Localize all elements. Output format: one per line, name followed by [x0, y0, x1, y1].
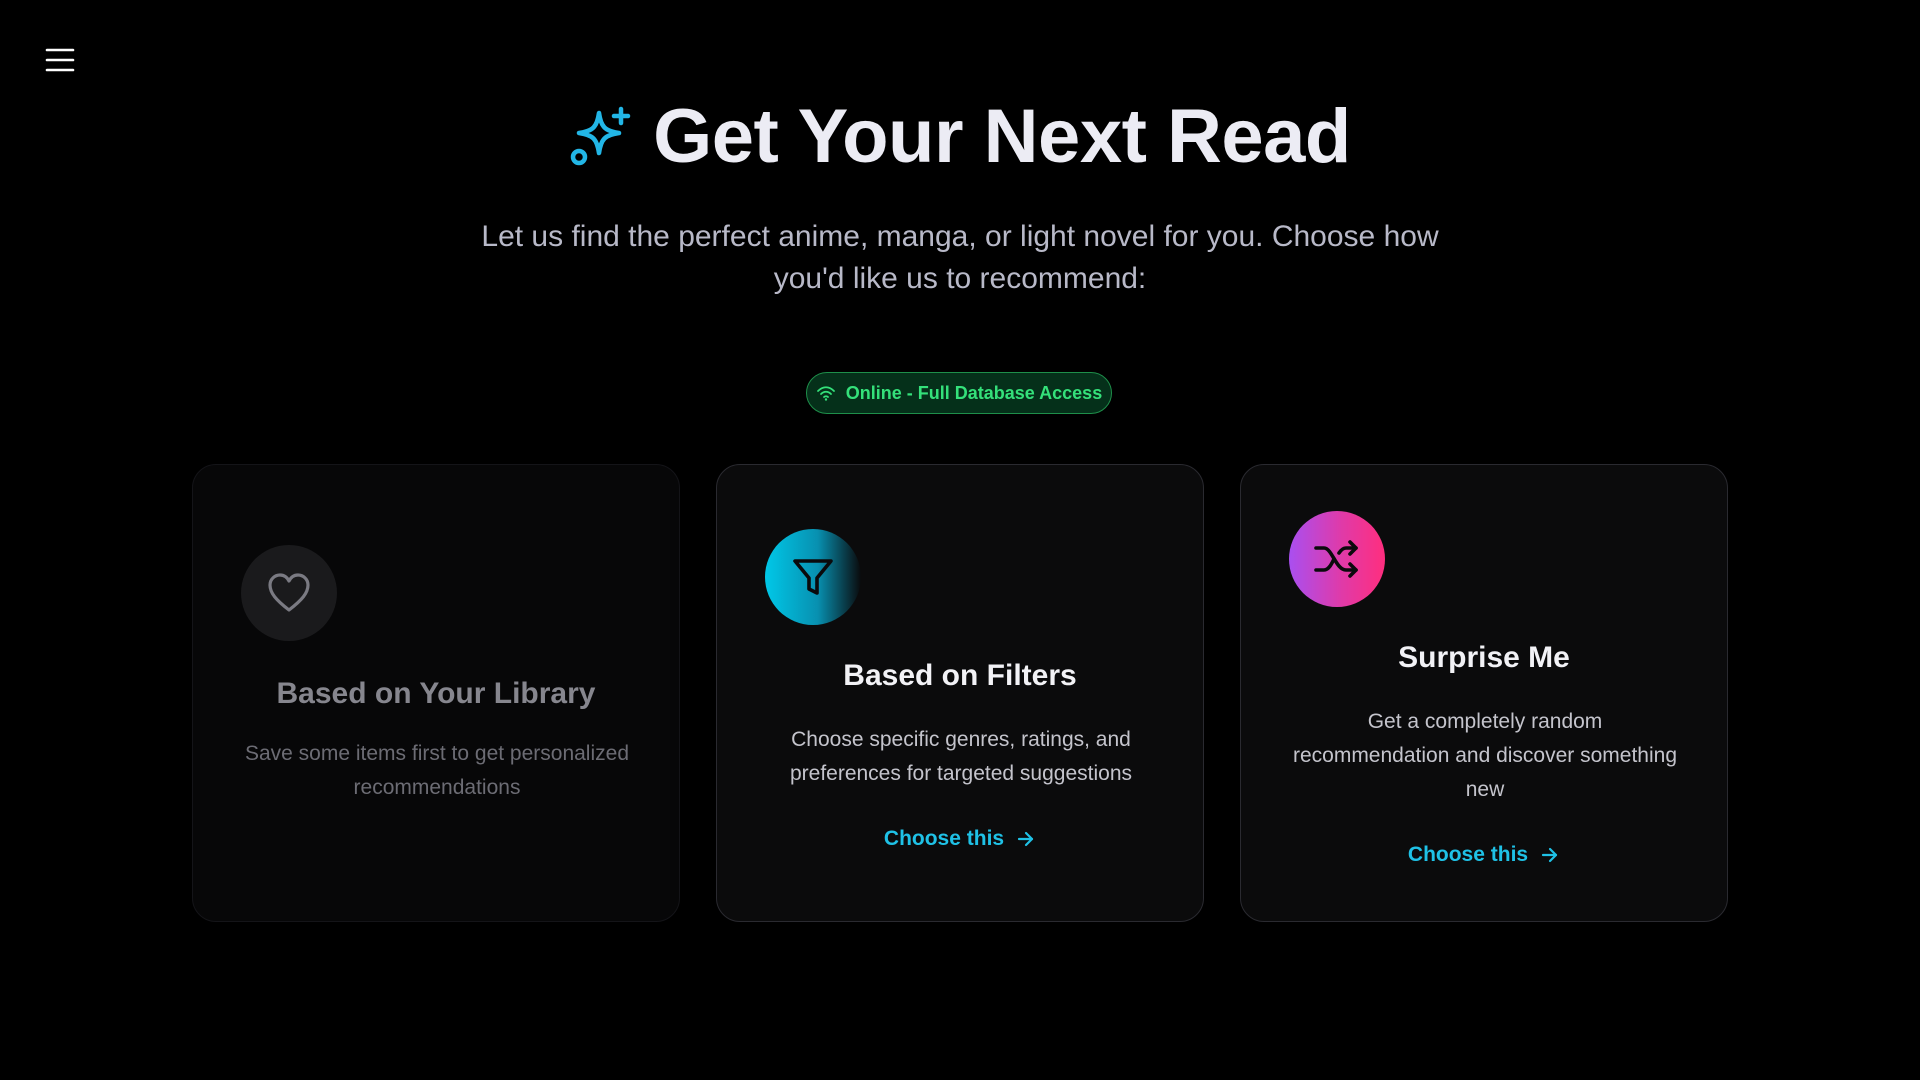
surprise-icon-badge [1289, 511, 1385, 607]
shuffle-icon [1314, 540, 1358, 578]
recommend-page: Get Your Next Read Let us find the perfe… [0, 0, 1920, 1080]
filters-option-card[interactable]: Based on Filters Choose specific genres,… [716, 464, 1204, 922]
recommendation-options: Based on Your Library Save some items fi… [192, 464, 1728, 922]
filter-icon [793, 559, 833, 595]
arrow-right-icon [1541, 847, 1558, 863]
filters-icon-badge [765, 529, 861, 625]
page-header: Get Your Next Read [0, 92, 1920, 182]
card-description: Choose specific genres, ratings, and pre… [789, 728, 1133, 785]
connection-status-badge: Online - Full Database Access [806, 372, 1112, 414]
choose-surprise-button[interactable]: Choose this [1241, 843, 1727, 867]
menu-button[interactable] [42, 44, 78, 76]
wifi-icon [816, 386, 835, 401]
card-title: Surprise Me [1398, 641, 1570, 674]
page-subtitle: Let us find the perfect anime, manga, or… [481, 220, 1439, 295]
choose-filters-button[interactable]: Choose this [717, 827, 1203, 851]
sparkles-icon [570, 106, 631, 166]
card-description: Save some items first to get personalize… [244, 742, 629, 799]
card-title: Based on Your Library [276, 677, 596, 710]
library-option-card: Based on Your Library Save some items fi… [192, 464, 680, 922]
page-title: Get Your Next Read [653, 94, 1351, 179]
choose-label: Choose this [883, 827, 1005, 850]
hamburger-menu-icon [45, 48, 75, 72]
surprise-option-card[interactable]: Surprise Me Get a completely random reco… [1240, 464, 1728, 922]
card-description: Get a completely random recommendation a… [1292, 710, 1678, 801]
card-title: Based on Filters [843, 659, 1077, 692]
status-label: Online - Full Database Access [845, 382, 1103, 403]
choose-label: Choose this [1407, 843, 1529, 866]
library-icon-badge [241, 545, 337, 641]
arrow-right-icon [1017, 831, 1034, 847]
heart-icon [268, 573, 310, 612]
